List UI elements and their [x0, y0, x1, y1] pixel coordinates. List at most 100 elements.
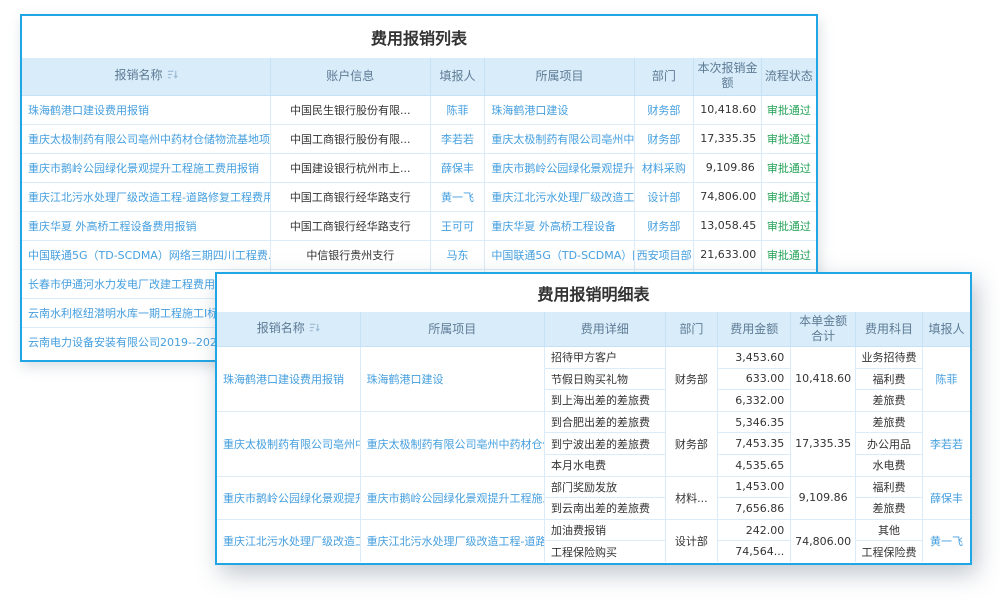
- list-cell-amount: 21,633.00: [694, 240, 761, 269]
- detail-cell-project[interactable]: 重庆太极制药有限公司亳州中药材仓储物流: [360, 411, 544, 476]
- detail-cell-category: 差旅费: [856, 390, 923, 412]
- detail-cell-project[interactable]: 珠海鹤港口建设: [360, 347, 544, 412]
- detail-cell-name[interactable]: 重庆市鹅岭公园绿化景观提升工程施工费用报销: [217, 476, 360, 519]
- detail-cell-category: 办公用品: [856, 433, 923, 455]
- list-cell-account: 中国民生银行股份有限...: [271, 95, 431, 124]
- detail-cell-total: 9,109.86: [791, 476, 856, 519]
- detail-cell-expense-item: 部门奖励发放: [545, 476, 665, 498]
- list-cell-amount: 74,806.00: [694, 182, 761, 211]
- list-col-name[interactable]: 报销名称: [22, 58, 271, 95]
- detail-cell-reporter[interactable]: 黄一飞: [923, 519, 970, 562]
- list-cell-name[interactable]: 中国联通5G（TD-SCDMA）网络三期四川工程费...: [22, 240, 271, 269]
- detail-cell-amount: 74,564...: [718, 541, 791, 563]
- list-cell-reporter[interactable]: 马东: [430, 240, 485, 269]
- detail-cell-category: 差旅费: [856, 411, 923, 433]
- list-cell-name[interactable]: 重庆太极制药有限公司亳州中药材仓储物流基地项...: [22, 124, 271, 153]
- detail-cell-expense-item: 招待甲方客户: [545, 347, 665, 369]
- detail-cell-reporter[interactable]: 薛保丰: [923, 476, 970, 519]
- detail-cell-name[interactable]: 珠海鹤港口建设费用报销: [217, 347, 360, 412]
- list-cell-name[interactable]: 重庆华夏 外高桥工程设备费用报销: [22, 211, 271, 240]
- detail-cell-amount: 4,535.65: [718, 454, 791, 476]
- list-cell-amount: 13,058.45: [694, 211, 761, 240]
- detail-header-row: 报销名称 所属项目 费用详细 部门 费用金额 本单金额合计 费用科目 填报人: [217, 312, 970, 347]
- detail-cell-expense-item: 工程保险购买: [545, 541, 665, 563]
- list-table-row: 重庆华夏 外高桥工程设备费用报销中国工商银行经华路支行王可可重庆华夏 外高桥工程…: [22, 211, 816, 240]
- list-cell-project[interactable]: 珠海鹤港口建设: [485, 95, 634, 124]
- detail-cell-project[interactable]: 重庆市鹅岭公园绿化景观提升工程施工: [360, 476, 544, 519]
- list-cell-account: 中国工商银行经华路支行: [271, 211, 431, 240]
- detail-cell-reporter[interactable]: 李若若: [923, 411, 970, 476]
- detail-cell-name[interactable]: 重庆江北污水处理厂级改造工程-道路修复工程费用报销: [217, 519, 360, 562]
- detail-cell-expense-item: 加油费报销: [545, 519, 665, 541]
- list-cell-reporter[interactable]: 李若若: [430, 124, 485, 153]
- detail-cell-total: 74,806.00: [791, 519, 856, 562]
- detail-table-title: 费用报销明细表: [217, 274, 970, 312]
- list-table-row: 重庆市鹅岭公园绿化景观提升工程施工费用报销中国建设银行杭州市上...薛保丰重庆市…: [22, 153, 816, 182]
- detail-col-expense: 费用详细: [545, 312, 665, 347]
- list-table-row: 中国联通5G（TD-SCDMA）网络三期四川工程费...中信银行贵州支行马东中国…: [22, 240, 816, 269]
- detail-cell-category: 其他: [856, 519, 923, 541]
- sort-descending-icon[interactable]: [167, 69, 178, 84]
- detail-cell-reporter[interactable]: 陈菲: [923, 347, 970, 412]
- list-cell-dept[interactable]: 财务部: [634, 211, 694, 240]
- list-cell-project[interactable]: 重庆华夏 外高桥工程设备: [485, 211, 634, 240]
- detail-cell-name[interactable]: 重庆太极制药有限公司亳州中药材仓储物流基地项目: [217, 411, 360, 476]
- detail-cell-expense-item: 到宁波出差的差旅费: [545, 433, 665, 455]
- sort-descending-icon[interactable]: [309, 322, 320, 337]
- list-col-reporter: 填报人: [430, 58, 485, 95]
- list-cell-dept[interactable]: 财务部: [634, 95, 694, 124]
- list-cell-status: 审批通过: [761, 240, 816, 269]
- list-cell-project[interactable]: 中国联通5G（TD-SCDMA）网...: [485, 240, 634, 269]
- list-cell-project[interactable]: 重庆太极制药有限公司亳州中...: [485, 124, 634, 153]
- list-cell-status: 审批通过: [761, 182, 816, 211]
- list-cell-reporter[interactable]: 王可可: [430, 211, 485, 240]
- list-col-amount: 本次报销金额: [694, 58, 761, 95]
- detail-cell-expense-item: 本月水电费: [545, 454, 665, 476]
- detail-col-name-label: 报销名称: [257, 321, 305, 335]
- list-cell-project[interactable]: 重庆市鹅岭公园绿化景观提升...: [485, 153, 634, 182]
- list-table-title: 费用报销列表: [22, 16, 816, 58]
- detail-cell-amount: 242.00: [718, 519, 791, 541]
- expense-detail-panel: 费用报销明细表 报销名称 所属项目 费用详细 部门 费用金额 本单金额合计 费用…: [215, 272, 972, 565]
- list-cell-name[interactable]: 重庆市鹅岭公园绿化景观提升工程施工费用报销: [22, 153, 271, 182]
- detail-table-row: 重庆江北污水处理厂级改造工程-道路修复工程费用报销重庆江北污水处理厂级改造工程-…: [217, 519, 970, 541]
- list-col-status: 流程状态: [761, 58, 816, 95]
- detail-col-name[interactable]: 报销名称: [217, 312, 360, 347]
- detail-cell-dept: 设计部: [665, 519, 718, 562]
- detail-cell-expense-item: 到合肥出差的差旅费: [545, 411, 665, 433]
- list-col-dept: 部门: [634, 58, 694, 95]
- detail-cell-amount: 1,453.00: [718, 476, 791, 498]
- list-cell-amount: 9,109.86: [694, 153, 761, 182]
- list-cell-name[interactable]: 重庆江北污水处理厂级改造工程-道路修复工程费用...: [22, 182, 271, 211]
- detail-cell-category: 工程保险费: [856, 541, 923, 563]
- detail-col-total: 本单金额合计: [791, 312, 856, 347]
- list-cell-dept[interactable]: 西安项目部: [634, 240, 694, 269]
- detail-col-category: 费用科目: [856, 312, 923, 347]
- detail-cell-expense-item: 节假日购买礼物: [545, 368, 665, 390]
- list-cell-amount: 10,418.60: [694, 95, 761, 124]
- detail-cell-amount: 7,656.86: [718, 498, 791, 520]
- list-cell-dept[interactable]: 财务部: [634, 124, 694, 153]
- detail-cell-dept: 材料...: [665, 476, 718, 519]
- list-cell-dept[interactable]: 设计部: [634, 182, 694, 211]
- list-cell-account: 中信银行贵州支行: [271, 240, 431, 269]
- detail-cell-category: 业务招待费: [856, 347, 923, 369]
- list-cell-reporter[interactable]: 黄一飞: [430, 182, 485, 211]
- detail-cell-total: 17,335.35: [791, 411, 856, 476]
- detail-cell-total: 10,418.60: [791, 347, 856, 412]
- detail-cell-amount: 3,453.60: [718, 347, 791, 369]
- list-cell-status: 审批通过: [761, 95, 816, 124]
- list-cell-dept[interactable]: 材料采购: [634, 153, 694, 182]
- detail-cell-project[interactable]: 重庆江北污水处理厂级改造工程-道路修复工: [360, 519, 544, 562]
- list-cell-project[interactable]: 重庆江北污水处理厂级改造工...: [485, 182, 634, 211]
- list-table-row: 重庆太极制药有限公司亳州中药材仓储物流基地项...中国工商银行股份有限...李若…: [22, 124, 816, 153]
- detail-col-amount: 费用金额: [718, 312, 791, 347]
- list-table-row: 重庆江北污水处理厂级改造工程-道路修复工程费用...中国工商银行经华路支行黄一飞…: [22, 182, 816, 211]
- list-cell-reporter[interactable]: 薛保丰: [430, 153, 485, 182]
- detail-cell-dept: 财务部: [665, 347, 718, 412]
- detail-cell-amount: 6,332.00: [718, 390, 791, 412]
- list-cell-status: 审批通过: [761, 211, 816, 240]
- list-cell-name[interactable]: 珠海鹤港口建设费用报销: [22, 95, 271, 124]
- list-cell-reporter[interactable]: 陈菲: [430, 95, 485, 124]
- detail-cell-category: 差旅费: [856, 498, 923, 520]
